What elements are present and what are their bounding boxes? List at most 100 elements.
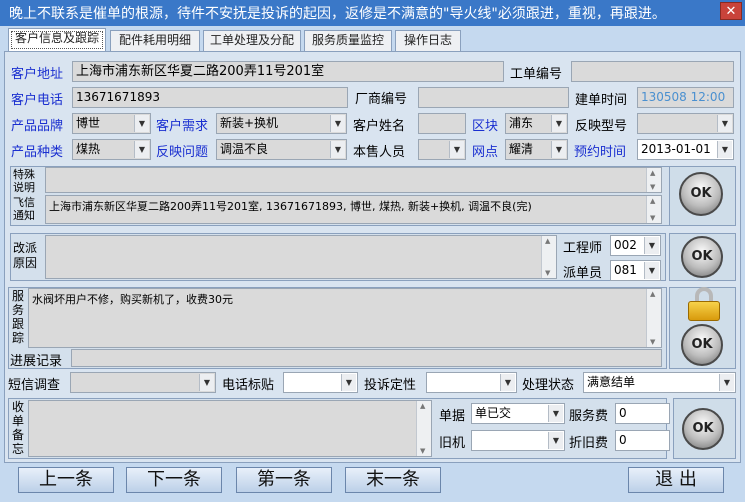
- model-label: 反映型号: [575, 119, 628, 134]
- created-field[interactable]: 130508 12:00: [637, 87, 734, 108]
- seller-select[interactable]: ▼: [418, 139, 466, 160]
- phone-tag-select[interactable]: ▼: [283, 372, 358, 393]
- window-title: 晚上不联系是催单的根源，待件不安抚是投诉的起因，返修是不满意的"导火线"必须跟进…: [9, 6, 666, 22]
- doc-label: 单据: [439, 409, 466, 424]
- doc-select[interactable]: 单已交 ▼: [471, 403, 565, 424]
- status-select[interactable]: 满意结单 ▼: [583, 372, 736, 393]
- scrollbar[interactable]: ▲ ▼: [416, 401, 431, 456]
- phone-tag-label: 电话标贴: [222, 378, 275, 393]
- sms-label: 短信调查: [8, 378, 61, 393]
- old-select[interactable]: ▼: [471, 430, 565, 451]
- chevron-down-icon: ▼: [330, 115, 345, 132]
- notify-label: 飞信通知: [13, 196, 35, 222]
- order-no-field[interactable]: [571, 61, 734, 82]
- demand-label: 客户需求: [156, 119, 209, 134]
- brand-select[interactable]: 博世 ▼: [72, 113, 151, 134]
- tab-customer-info[interactable]: 客户信息及跟踪: [8, 28, 106, 52]
- follow-label: 服务跟踪: [11, 289, 24, 345]
- site-select[interactable]: 耀清 ▼: [505, 139, 568, 160]
- ok-button-reassign[interactable]: OK: [681, 236, 723, 278]
- scrollbar[interactable]: ▲ ▼: [646, 289, 661, 347]
- next-button[interactable]: 下一条: [126, 467, 222, 493]
- prev-button[interactable]: 上一条: [18, 467, 114, 493]
- chevron-down-icon: ▼: [719, 374, 734, 391]
- chevron-down-icon: ▼: [644, 262, 659, 279]
- scrollbar[interactable]: ▲ ▼: [646, 196, 661, 223]
- tab-quality[interactable]: 服务质量监控: [304, 30, 392, 51]
- tab-order-process[interactable]: 工单处理及分配: [203, 30, 301, 51]
- chevron-down-icon: ▼: [644, 237, 659, 254]
- closing-label: 收单备忘: [11, 400, 24, 456]
- notify-value: 上海市浦东新区华夏二路200弄11号201室, 13671671893, 博世,…: [49, 200, 532, 213]
- ok-button-closing[interactable]: OK: [682, 408, 724, 450]
- issue-value: 调温不良: [220, 142, 269, 156]
- district-select[interactable]: 浦东 ▼: [505, 113, 568, 134]
- brand-label: 产品品牌: [11, 119, 64, 134]
- special-textarea[interactable]: ▲ ▼: [45, 167, 662, 193]
- site-label: 网点: [472, 145, 499, 160]
- created-label: 建单时间: [575, 93, 628, 108]
- chevron-down-icon: ▼: [548, 405, 563, 422]
- address-label: 客户地址: [11, 67, 64, 82]
- progress-field[interactable]: [71, 349, 662, 367]
- chevron-down-icon: ▼: [548, 432, 563, 449]
- engineer-value: 002: [614, 238, 637, 252]
- appt-picker[interactable]: 2013-01-01 ▼: [637, 139, 734, 160]
- progress-label: 进展记录: [10, 354, 63, 369]
- chevron-down-icon: ▼: [134, 115, 149, 132]
- engineer-label: 工程师: [563, 241, 603, 256]
- chevron-down-icon: ▼: [199, 374, 214, 391]
- issue-label: 反映问题: [156, 145, 209, 160]
- ok-button-notify[interactable]: OK: [679, 172, 723, 216]
- engineer-select[interactable]: 002 ▼: [610, 235, 661, 256]
- old-label: 旧机: [439, 436, 466, 451]
- name-field[interactable]: [418, 113, 466, 134]
- dispatcher-value: 081: [614, 263, 637, 277]
- chevron-down-icon: ▼: [551, 115, 566, 132]
- model-select[interactable]: ▼: [637, 113, 734, 134]
- ok-button-follow[interactable]: OK: [681, 324, 723, 366]
- status-label: 处理状态: [522, 378, 575, 393]
- scrollbar[interactable]: ▲ ▼: [541, 236, 556, 278]
- sms-select[interactable]: ▼: [70, 372, 216, 393]
- chevron-down-icon: ▼: [330, 141, 345, 158]
- reassign-label: 改派原因: [13, 241, 38, 270]
- order-no-label: 工单编号: [510, 67, 563, 82]
- demand-select[interactable]: 新装+换机 ▼: [216, 113, 347, 134]
- special-label: 特殊说明: [13, 168, 35, 194]
- notify-textarea[interactable]: 上海市浦东新区华夏二路200弄11号201室, 13671671893, 博世,…: [45, 195, 662, 224]
- complaint-label: 投诉定性: [364, 378, 417, 393]
- dispatcher-label: 派单员: [563, 266, 603, 281]
- status-value: 满意结单: [587, 375, 636, 389]
- category-value: 煤热: [76, 142, 101, 156]
- chevron-down-icon: ▼: [717, 115, 732, 132]
- category-label: 产品种类: [11, 145, 64, 160]
- depreciation-field[interactable]: 0: [615, 430, 670, 451]
- name-label: 客户姓名: [353, 119, 406, 134]
- first-button[interactable]: 第一条: [236, 467, 332, 493]
- last-button[interactable]: 末一条: [345, 467, 441, 493]
- category-select[interactable]: 煤热 ▼: [72, 139, 151, 160]
- district-label: 区块: [472, 119, 499, 134]
- reassign-textarea[interactable]: ▲ ▼: [45, 235, 557, 279]
- depreciation-label: 折旧费: [569, 436, 609, 451]
- chevron-down-icon: ▼: [134, 141, 149, 158]
- factory-no-label: 厂商编号: [355, 92, 408, 107]
- closing-textarea[interactable]: ▲ ▼: [28, 400, 432, 457]
- issue-select[interactable]: 调温不良 ▼: [216, 139, 347, 160]
- phone-field[interactable]: 13671671893: [72, 87, 348, 108]
- complaint-select[interactable]: ▼: [426, 372, 517, 393]
- scrollbar[interactable]: ▲ ▼: [646, 168, 661, 192]
- exit-button[interactable]: 退 出: [628, 467, 724, 493]
- tab-parts[interactable]: 配件耗用明细: [110, 30, 200, 51]
- factory-no-field[interactable]: [418, 87, 569, 108]
- district-value: 浦东: [509, 116, 534, 130]
- tab-log[interactable]: 操作日志: [395, 30, 461, 51]
- appt-label: 预约时间: [574, 145, 627, 160]
- close-button[interactable]: ✕: [720, 2, 742, 20]
- dispatcher-select[interactable]: 081 ▼: [610, 260, 661, 281]
- follow-textarea[interactable]: 水阀坏用户不修，购买新机了，收费30元 ▲ ▼: [28, 288, 662, 348]
- address-field[interactable]: 上海市浦东新区华夏二路200弄11号201室: [72, 61, 504, 82]
- service-fee-field[interactable]: 0: [615, 403, 670, 424]
- follow-value: 水阀坏用户不修，购买新机了，收费30元: [32, 293, 233, 306]
